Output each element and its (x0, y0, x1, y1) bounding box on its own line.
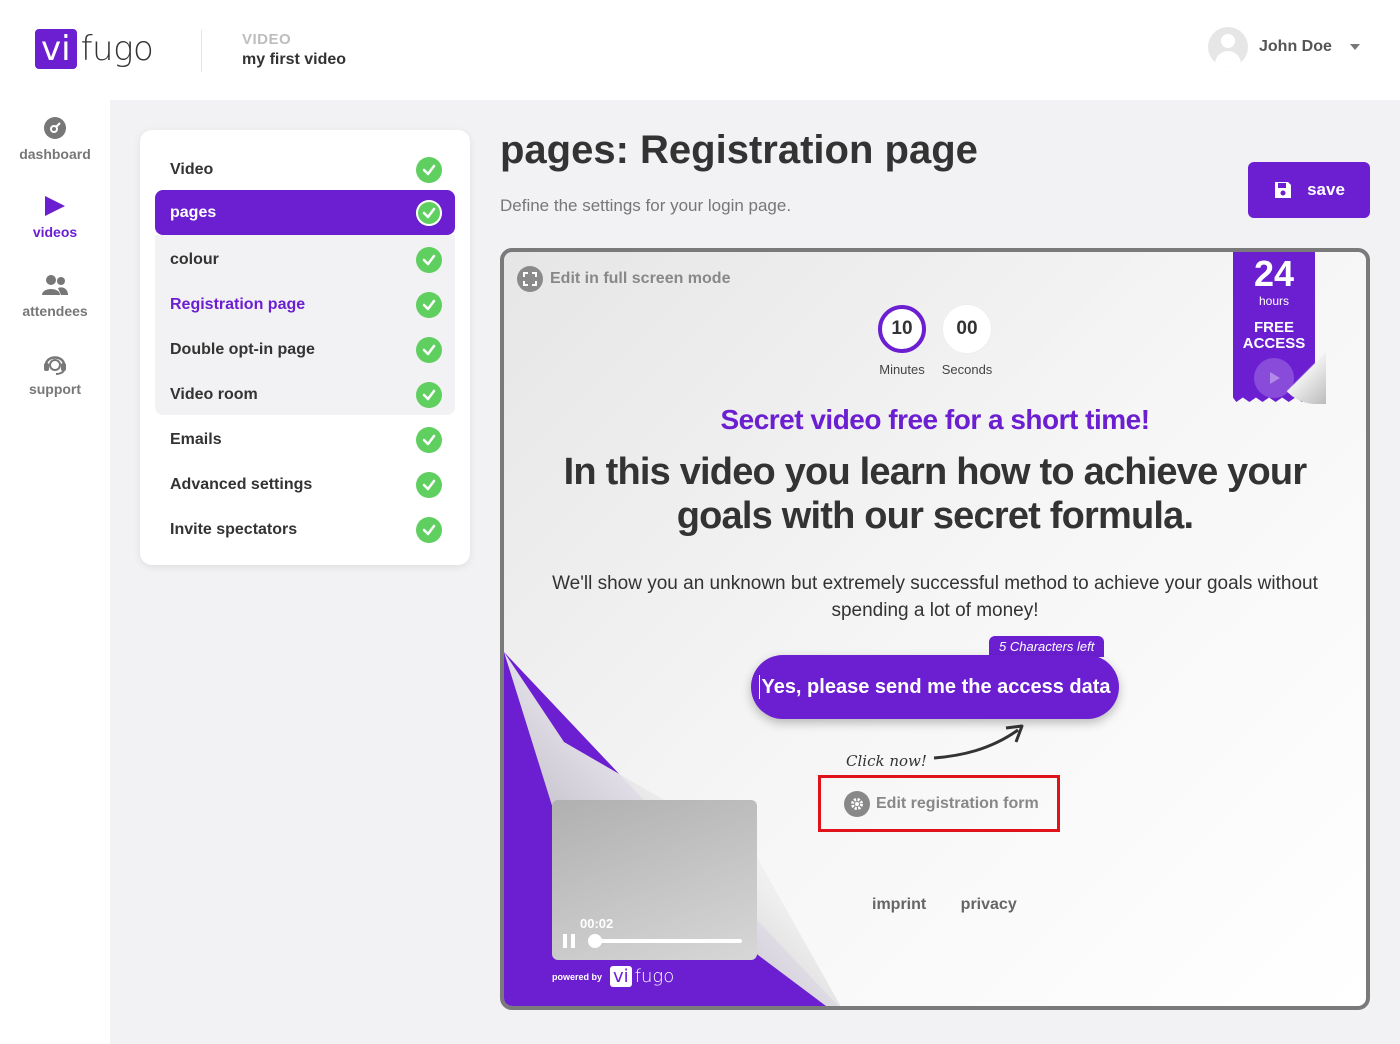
nav-label-attendees: attendees (22, 303, 88, 319)
logo-fugo: fugo (80, 29, 154, 69)
preview-footer-links: imprint privacy (872, 896, 1047, 914)
fullscreen-label: Edit in full screen mode (550, 270, 731, 287)
video-time: 00:02 (580, 916, 614, 931)
breadcrumb-label: VIDEO (242, 31, 292, 48)
cta-button[interactable]: Yes, please send me the access data (751, 655, 1119, 719)
step-colour[interactable]: colour (155, 237, 455, 282)
imprint-link[interactable]: imprint (872, 896, 926, 913)
timer-minutes: 10 Minutes (867, 305, 937, 377)
pause-icon[interactable] (563, 934, 575, 948)
top-header: vi fugo VIDEO my first video John Doe (0, 0, 1400, 100)
fullscreen-edit-button[interactable]: Edit in full screen mode (517, 266, 730, 292)
step-registration-page[interactable]: Registration page (155, 282, 455, 327)
headline-main[interactable]: In this video you learn how to achieve y… (534, 450, 1336, 538)
people-icon (42, 275, 68, 295)
edit-registration-form-label: Edit registration form (876, 794, 1039, 812)
click-now-text: Click now! (846, 752, 927, 770)
user-name: John Doe (1259, 38, 1332, 55)
curved-arrow-icon (933, 724, 1024, 760)
nav-label-dashboard: dashboard (19, 146, 91, 162)
step-label: Double opt-in page (170, 340, 315, 358)
privacy-link[interactable]: privacy (961, 896, 1017, 913)
step-double-opt-in-page[interactable]: Double opt-in page (155, 327, 455, 372)
powered-by-logo: powered by vi fugo (552, 966, 674, 987)
step-emails[interactable]: Emails (155, 417, 455, 462)
ribbon-number: 24 (1253, 253, 1295, 294)
check-icon (416, 517, 442, 543)
chevron-down-icon[interactable] (1349, 44, 1360, 50)
logo-vi: vi (35, 29, 77, 69)
nav-item-support[interactable]: support (0, 351, 110, 399)
step-label: colour (170, 250, 219, 268)
breadcrumb-title: my first video (242, 51, 347, 68)
step-label: Emails (170, 430, 222, 448)
vifugo-logo[interactable]: vi fugo (35, 29, 154, 69)
step-label: Registration page (170, 295, 306, 313)
step-invite-spectators[interactable]: Invite spectators (155, 507, 455, 552)
text-cursor (759, 675, 761, 699)
nav-item-dashboard[interactable]: dashboard (0, 116, 110, 164)
avatar (1208, 27, 1248, 67)
powered-by-label: powered by (552, 971, 603, 982)
nav-item-attendees[interactable]: attendees (0, 273, 110, 321)
gear-icon (844, 790, 870, 817)
step-label: pages (170, 203, 217, 221)
powered-logo-vi: vi (610, 966, 632, 987)
characters-left-badge: 5 Characters left (989, 636, 1105, 657)
step-label: Invite spectators (170, 520, 298, 538)
timer-minutes-value: 10 (878, 305, 926, 353)
timer-seconds-value: 00 (943, 305, 991, 353)
video-progress-knob[interactable] (588, 934, 602, 948)
step-video-room[interactable]: Video room (155, 372, 455, 417)
check-icon (416, 382, 442, 408)
step-label: Video room (170, 385, 258, 403)
timer-seconds-label: Seconds (941, 362, 993, 377)
page-title: pages: Registration page (500, 128, 978, 172)
timer-seconds: 00 Seconds (932, 305, 1002, 377)
nav-item-videos[interactable]: videos (0, 194, 110, 242)
powered-logo-fugo: fugo (634, 966, 675, 987)
floppy-disk-icon (1275, 182, 1292, 198)
timer-minutes-label: Minutes (879, 362, 925, 377)
check-icon (416, 427, 442, 453)
registration-page-preview: Edit in full screen mode 10 Minutes 00 S… (500, 248, 1370, 1010)
nav-label-support: support (28, 381, 82, 397)
user-menu[interactable]: John Doe (1208, 27, 1360, 67)
steps-panel: Video pages colour Registration page Dou… (140, 130, 470, 565)
video-progress-bar[interactable] (592, 939, 742, 943)
play-icon (45, 196, 65, 216)
step-label: Video (170, 160, 214, 178)
check-icon (416, 337, 442, 363)
headline-purple[interactable]: Secret video free for a short time! (504, 404, 1366, 436)
step-advanced-settings[interactable]: Advanced settings (155, 462, 455, 507)
edit-registration-form-button[interactable]: Edit registration form (818, 775, 1060, 832)
check-icon (416, 292, 442, 318)
fullscreen-icon (517, 266, 543, 292)
ribbon-line1: FREE (1253, 319, 1294, 336)
check-icon (416, 157, 442, 183)
headset-icon (44, 356, 66, 375)
step-pages[interactable]: pages (155, 190, 455, 235)
step-video[interactable]: Video (155, 147, 455, 192)
body-text[interactable]: We'll show you an unknown but extremely … (549, 570, 1321, 624)
video-thumbnail[interactable]: 00:02 (552, 800, 757, 960)
save-label: save (1307, 180, 1345, 199)
header-divider (201, 30, 202, 72)
ribbon-line2: ACCESS (1242, 335, 1306, 352)
check-icon (416, 200, 442, 226)
cta-label[interactable]: Yes, please send me the access data (761, 676, 1110, 699)
check-icon (416, 472, 442, 498)
ribbon-unit: hours (1258, 294, 1290, 308)
nav-label-videos: videos (32, 224, 78, 240)
check-icon (416, 247, 442, 273)
save-button[interactable]: save (1248, 162, 1370, 218)
left-navigation: dashboard videos attendees support (0, 100, 110, 1044)
dashboard-icon (44, 117, 66, 139)
page-subtitle: Define the settings for your login page. (500, 196, 792, 215)
step-label: Advanced settings (170, 475, 313, 493)
